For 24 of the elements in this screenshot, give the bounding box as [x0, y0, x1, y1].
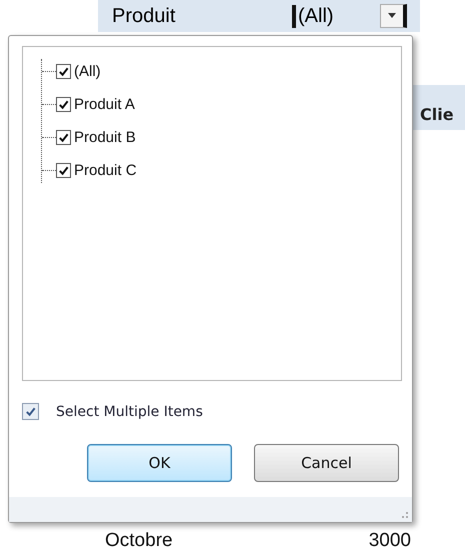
check-icon — [58, 99, 69, 110]
checkbox[interactable] — [56, 64, 71, 79]
checkbox[interactable] — [56, 130, 71, 145]
dropdown-button[interactable] — [380, 4, 407, 28]
dialog-button[interactable]: OK — [87, 444, 232, 482]
check-icon — [58, 165, 69, 176]
item-label[interactable]: Produit B — [74, 129, 136, 146]
caret-icon — [387, 13, 397, 19]
filter-label: Produit — [111, 4, 176, 28]
dialog-button[interactable]: Cancel — [254, 444, 399, 482]
checkbox[interactable] — [56, 97, 71, 112]
check-icon — [25, 406, 36, 417]
item-label[interactable]: Produit C — [74, 162, 137, 179]
checkbox[interactable] — [22, 403, 39, 420]
resize-grip-icon[interactable] — [401, 511, 409, 519]
check-icon — [58, 66, 69, 77]
checkbox-label[interactable]: Select Multiple Items — [56, 404, 203, 420]
column-header: Clie — [420, 105, 454, 126]
month-cell: Octobre — [105, 530, 173, 552]
item-label[interactable]: Produit A — [74, 96, 135, 113]
value-cell: 3000 — [368, 530, 411, 552]
checkbox[interactable] — [56, 163, 71, 178]
check-icon — [58, 132, 69, 143]
item-label[interactable]: (All) — [74, 63, 101, 80]
